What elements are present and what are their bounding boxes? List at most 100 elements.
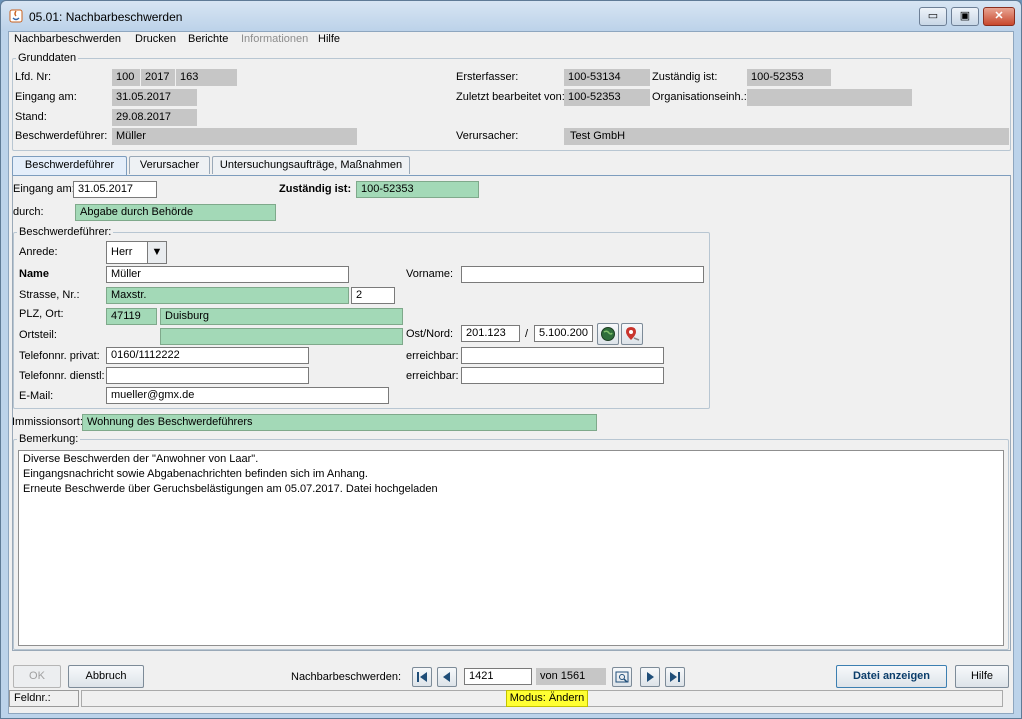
- lfd-nr-year: 2017: [141, 69, 175, 86]
- record-count: von 1561: [536, 668, 606, 685]
- ortsteil-label: Ortsteil:: [19, 329, 57, 341]
- lfd-nr-prefix: 100: [112, 69, 140, 86]
- bemerkung-textarea[interactable]: Diverse Beschwerden der "Anwohner von La…: [18, 450, 1004, 646]
- name-label: Name: [19, 268, 49, 280]
- abbruch-button[interactable]: Abbruch: [68, 665, 144, 688]
- plz-input[interactable]: 47119: [106, 308, 157, 325]
- anrede-value: Herr: [111, 246, 133, 258]
- vorname-input[interactable]: [461, 266, 704, 283]
- datei-anzeigen-button[interactable]: Datei anzeigen: [836, 665, 947, 688]
- application-window: 05.01: Nachbarbeschwerden ▭ ▣ ✕ Nachbarb…: [0, 0, 1022, 719]
- minimize-button[interactable]: ▭: [919, 7, 947, 26]
- email-input[interactable]: mueller@gmx.de: [106, 387, 389, 404]
- ostnord-label: Ost/Nord:: [406, 328, 454, 340]
- lfd-nr-number: 163: [176, 69, 237, 86]
- zustaendig-label: Zuständig ist:: [279, 183, 352, 195]
- erreichbar-privat-input[interactable]: [461, 347, 664, 364]
- stand-label: Stand:: [15, 111, 47, 123]
- verursacher-label: Verursacher:: [456, 130, 519, 142]
- zuletzt-label: Zuletzt bearbeitet von:: [456, 91, 565, 103]
- close-button[interactable]: ✕: [983, 7, 1015, 26]
- java-app-icon: [9, 9, 23, 23]
- erreichbar-privat-label: erreichbar:: [406, 350, 459, 362]
- search-icon: [615, 671, 629, 683]
- menu-drucken[interactable]: Drucken: [135, 32, 176, 46]
- eingang-input[interactable]: 31.05.2017: [73, 181, 157, 198]
- ortsteil-input[interactable]: [160, 328, 403, 345]
- anrede-select[interactable]: Herr ▼: [106, 241, 167, 264]
- last-record-icon: [670, 672, 680, 682]
- erreichbar-dienst-input[interactable]: [461, 367, 664, 384]
- search-record-button[interactable]: [612, 667, 632, 687]
- menu-hilfe[interactable]: Hilfe: [318, 32, 340, 46]
- stand-value: 29.08.2017: [112, 109, 197, 126]
- previous-record-button[interactable]: [437, 667, 457, 687]
- tab-verursacher[interactable]: Verursacher: [129, 156, 210, 174]
- bemerkung-line-3: Erneute Beschwerde über Geruchsbelästigu…: [23, 483, 438, 495]
- window-title: 05.01: Nachbarbeschwerden: [29, 10, 183, 24]
- tel-privat-label: Telefonnr. privat:: [19, 350, 100, 362]
- close-icon: ✕: [994, 10, 1004, 22]
- menu-berichte[interactable]: Berichte: [188, 32, 228, 46]
- tab-untersuchungsauftraege[interactable]: Untersuchungsaufträge, Maßnahmen: [212, 156, 410, 174]
- previous-record-icon: [443, 672, 450, 682]
- menu-nachbarbeschwerden[interactable]: Nachbarbeschwerden: [14, 32, 121, 46]
- name-input[interactable]: Müller: [106, 266, 349, 283]
- map-pin-icon: [626, 327, 640, 341]
- organisation-value: [747, 89, 912, 106]
- grunddaten-zustaendig-value: 100-52353: [747, 69, 831, 86]
- tel-dienst-input[interactable]: [106, 367, 309, 384]
- menu-informationen[interactable]: Informationen: [241, 32, 308, 46]
- nord-input[interactable]: 5.100.200: [534, 325, 593, 342]
- ok-button[interactable]: OK: [13, 665, 61, 688]
- vorname-label: Vorname:: [406, 268, 454, 280]
- globe-icon: [601, 327, 615, 341]
- strasse-input[interactable]: Maxstr.: [106, 287, 349, 304]
- maximize-button[interactable]: ▣: [951, 7, 979, 26]
- menu-bar: Nachbarbeschwerden Drucken Berichte Info…: [9, 32, 1013, 48]
- ersterfasser-value: 100-53134: [564, 69, 650, 86]
- maximize-icon: ▣: [959, 10, 971, 22]
- record-number-input[interactable]: 1421: [464, 668, 532, 685]
- anrede-label: Anrede:: [19, 246, 58, 258]
- first-record-button[interactable]: [412, 667, 432, 687]
- grunddaten-legend: Grunddaten: [16, 52, 79, 64]
- lfd-nr-label: Lfd. Nr:: [15, 71, 52, 83]
- map-pin-button[interactable]: [621, 323, 643, 345]
- hilfe-button[interactable]: Hilfe: [955, 665, 1009, 688]
- email-label: E-Mail:: [19, 390, 54, 402]
- grunddaten-bf-value: Müller: [112, 128, 357, 145]
- hausnr-input[interactable]: 2: [351, 287, 395, 304]
- globe-button[interactable]: [597, 323, 619, 345]
- grunddaten-bf-label: Beschwerdeführer:: [15, 130, 108, 142]
- modus-badge: Modus: Ändern: [506, 690, 588, 707]
- tab-beschwerdefuehrer[interactable]: Beschwerdeführer: [12, 156, 127, 175]
- bemerkung-line-2: Eingangsnachricht sowie Abgabenachrichte…: [23, 468, 368, 480]
- last-record-button[interactable]: [665, 667, 685, 687]
- ort-input[interactable]: Duisburg: [160, 308, 403, 325]
- client-area: Nachbarbeschwerden Drucken Berichte Info…: [8, 31, 1014, 714]
- plz-ort-label: PLZ, Ort:: [19, 308, 64, 320]
- tel-privat-input[interactable]: 0160/1112222: [106, 347, 309, 364]
- durch-label: durch:: [13, 206, 44, 218]
- grunddaten-eingang-value: 31.05.2017: [112, 89, 197, 106]
- tab-strip: Beschwerdeführer Verursacher Untersuchun…: [12, 156, 1011, 176]
- tel-dienst-label: Telefonnr. dienstl:: [19, 370, 105, 382]
- durch-input[interactable]: Abgabe durch Behörde: [75, 204, 276, 221]
- bemerkung-line-1: Diverse Beschwerden der "Anwohner von La…: [23, 453, 259, 465]
- immissionsort-label: Immissionsort:: [12, 416, 83, 428]
- verursacher-value: Test GmbH: [564, 128, 1009, 145]
- first-record-icon: [417, 672, 427, 682]
- nav-label: Nachbarbeschwerden:: [291, 671, 402, 683]
- feldnr-field: Feldnr.:: [9, 690, 79, 707]
- bemerkung-legend: Bemerkung:: [17, 433, 81, 445]
- ersterfasser-label: Ersterfasser:: [456, 71, 519, 83]
- organisation-label: Organisationseinh.:: [652, 91, 747, 103]
- chevron-down-icon[interactable]: ▼: [147, 242, 166, 263]
- zuletzt-value: 100-52353: [564, 89, 650, 106]
- zustaendig-input[interactable]: 100-52353: [356, 181, 479, 198]
- title-bar[interactable]: 05.01: Nachbarbeschwerden ▭ ▣ ✕: [1, 1, 1021, 31]
- immissionsort-input[interactable]: Wohnung des Beschwerdeführers: [82, 414, 597, 431]
- next-record-button[interactable]: [640, 667, 660, 687]
- ost-input[interactable]: 201.123: [461, 325, 520, 342]
